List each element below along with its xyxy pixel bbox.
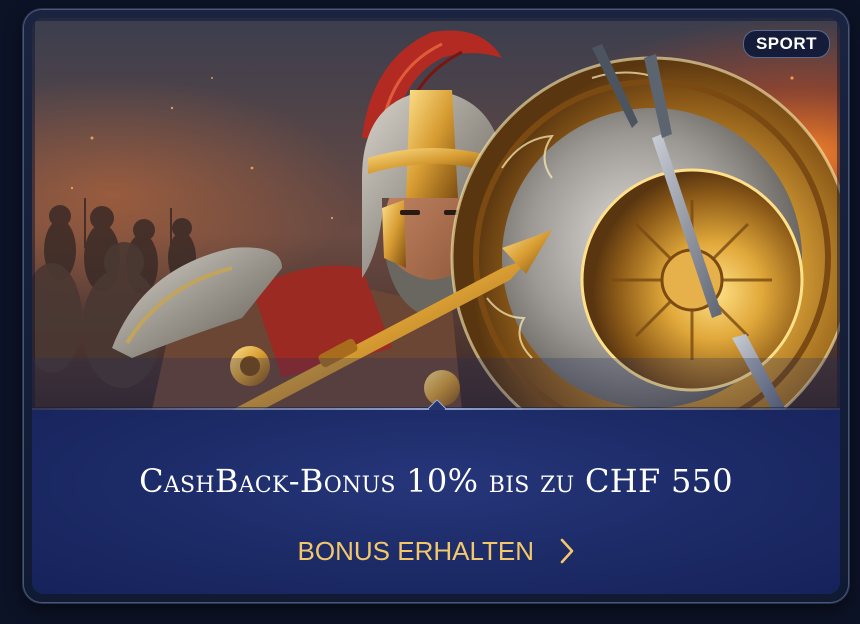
category-badge: SPORT (742, 30, 830, 58)
hero-image: SPORT (32, 18, 840, 410)
promo-title: CashBack-Bonus 10% bis zu CHF 550 (139, 462, 733, 500)
get-bonus-label: BONUS ERHALTEN (297, 536, 534, 566)
promo-card[interactable]: SPORT CashBack-Bonus 10% bis zu CHF 550 … (24, 10, 848, 602)
promo-info-panel: CashBack-Bonus 10% bis zu CHF 550 BONUS … (32, 410, 840, 594)
get-bonus-button[interactable]: BONUS ERHALTEN (32, 536, 840, 566)
promo-card-inner: SPORT CashBack-Bonus 10% bis zu CHF 550 … (32, 18, 840, 594)
chevron-right-icon (560, 538, 574, 564)
